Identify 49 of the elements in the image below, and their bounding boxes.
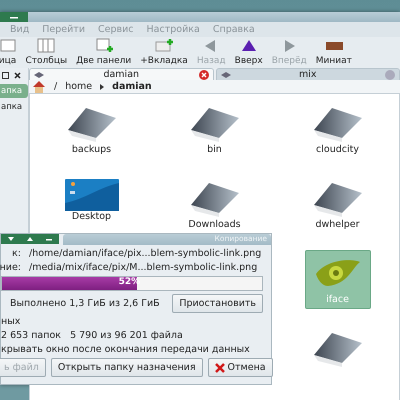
sidebar-item[interactable]: апка [0,100,28,114]
dialog-button[interactable]: Открыть папку назначения [50,358,203,377]
breadcrumb-item[interactable]: / [54,81,58,92]
file-item[interactable]: Desktop [58,175,124,226]
down-arrow-icon[interactable] [8,237,14,241]
home-icon[interactable] [32,80,46,93]
chevron-icon [100,84,104,90]
file-name: Downloads [188,219,241,230]
field-label: к: [12,248,21,259]
field-label: ние: [0,262,21,273]
tab[interactable]: damian [29,68,214,80]
float-icon[interactable] [2,72,9,78]
file-name: backups [72,144,112,155]
counts-text: 2 653 папок 5 790 из 96 201 файла [1,330,184,341]
file-name: cloudcity [316,144,359,155]
destination-path: /media/mix/iface/pix/M...blem-symbolic-link.png [29,262,258,273]
toolbar-button[interactable]: +Вкладка [136,37,192,66]
progress-summary: Выполнено 1,3 ГиБ из 2,6 ГиБ [10,298,160,309]
tab[interactable]: mix [216,68,400,80]
toolbar-button[interactable]: Миниат [311,37,356,66]
file-name: bin [207,144,222,155]
breadcrumb-item[interactable]: home [65,81,92,92]
file-item[interactable]: dwhelper [304,175,370,234]
option-label: крывать окно после окончания передачи данных [1,344,251,355]
columns-icon [37,37,56,54]
file-name: Desktop [72,211,112,222]
split-panel-icon [94,37,113,54]
toolbar-button[interactable]: Столбцы [21,37,72,66]
up-arrow-icon[interactable] [26,237,33,241]
breadcrumb-item[interactable]: damian [112,81,152,92]
drive-icon [220,72,230,78]
pause-button[interactable]: Приостановить [172,294,263,313]
toolbar-button[interactable]: Две панели [72,37,136,66]
source-path: /home/damian/iface/pix...blem-symbolic-link.png [29,248,262,259]
minimize-icon[interactable] [10,15,18,19]
table-icon [0,37,16,54]
cancel-icon [214,362,225,372]
file-item[interactable]: cloudcity [304,100,370,159]
file-item[interactable]: backups [58,100,124,159]
file-name: iface [326,294,349,305]
section-heading: ных [1,316,22,327]
file-name: dwhelper [315,219,360,230]
file-item[interactable]: bin [182,100,248,159]
minimize-icon[interactable] [46,237,52,241]
cancel-button[interactable]: Отмена [208,358,273,377]
toolbar-button[interactable]: Вверх [230,37,268,66]
file-item[interactable]: Downloads [182,175,248,234]
drive-icon [34,72,44,78]
desktop-icon [64,179,118,211]
